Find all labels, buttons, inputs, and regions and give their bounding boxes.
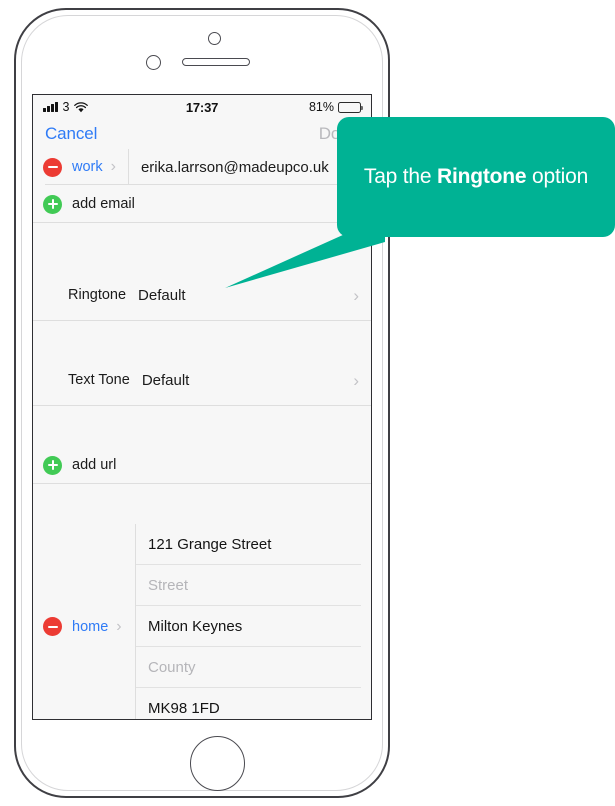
tooltip-text: Tap the Ringtone option — [364, 163, 588, 191]
ringtone-value: Default — [138, 286, 186, 304]
tooltip-text-prefix: Tap the — [363, 165, 438, 189]
address-field-street1[interactable]: 121 Grange Street — [136, 524, 371, 565]
camera-icon — [208, 32, 221, 45]
address-label-column: home › — [33, 524, 135, 719]
address-field-county[interactable]: County — [136, 647, 371, 688]
text-tone-value: Default — [141, 371, 190, 389]
text-tone-label: Text Tone — [68, 372, 130, 388]
section-gap-4 — [33, 484, 371, 524]
cancel-button[interactable]: Cancel — [45, 124, 97, 144]
chevron-right-icon: › — [353, 370, 359, 390]
ringtone-label: Ringtone — [68, 287, 127, 303]
email-row-work[interactable]: work › erika.larrson@madeupco.uk — [33, 149, 371, 185]
carrier-label: 3 — [62, 100, 70, 114]
navigation-bar: Cancel Done — [33, 119, 371, 149]
email-label[interactable]: work — [72, 159, 103, 175]
address-label[interactable]: home — [72, 619, 108, 635]
speaker-grille-icon — [182, 58, 250, 66]
address-field-street2[interactable]: Street — [136, 565, 371, 606]
chevron-right-icon: › — [110, 158, 116, 175]
tooltip-callout: Tap the Ringtone option — [337, 117, 615, 237]
plus-circle-icon[interactable] — [43, 455, 62, 475]
status-bar: 3 17:37 81% — [33, 95, 371, 119]
signal-bars-icon — [43, 102, 58, 112]
minus-circle-icon[interactable] — [43, 157, 62, 177]
tooltip-text-bold: Ringtone — [437, 165, 527, 189]
text-tone-row[interactable]: Text Tone Default › — [33, 354, 371, 406]
address-field-postcode[interactable]: MK98 1FD — [136, 688, 371, 719]
phone-screen: 3 17:37 81% Cancel work › erika.larrson@… — [32, 94, 372, 720]
battery-percent-label: 81% — [308, 100, 334, 114]
section-gap-3 — [33, 406, 371, 446]
status-bar-right: 81% — [308, 100, 363, 114]
row-divider — [127, 149, 129, 185]
add-url-label[interactable]: add url — [72, 457, 116, 473]
section-gap-2 — [33, 321, 371, 354]
battery-icon — [338, 101, 363, 113]
tooltip-text-suffix: option — [526, 165, 589, 189]
address-block-home[interactable]: home › 121 Grange Street Street Milton K… — [33, 524, 371, 719]
minus-circle-icon[interactable] — [43, 617, 62, 636]
sensor-icon — [146, 55, 161, 70]
add-email-label[interactable]: add email — [72, 196, 135, 212]
email-value[interactable]: erika.larrson@madeupco.uk — [141, 159, 329, 176]
chevron-right-icon: › — [116, 617, 122, 635]
plus-circle-icon[interactable] — [43, 194, 62, 214]
home-button[interactable] — [190, 736, 245, 791]
status-bar-left: 3 — [43, 100, 89, 114]
address-field-city[interactable]: Milton Keynes — [136, 606, 371, 647]
wifi-icon — [74, 101, 89, 113]
address-fields-column: 121 Grange Street Street Milton Keynes C… — [135, 524, 371, 719]
add-url-row[interactable]: add url — [33, 446, 371, 484]
phone-device: 3 17:37 81% Cancel work › erika.larrson@… — [14, 8, 390, 798]
